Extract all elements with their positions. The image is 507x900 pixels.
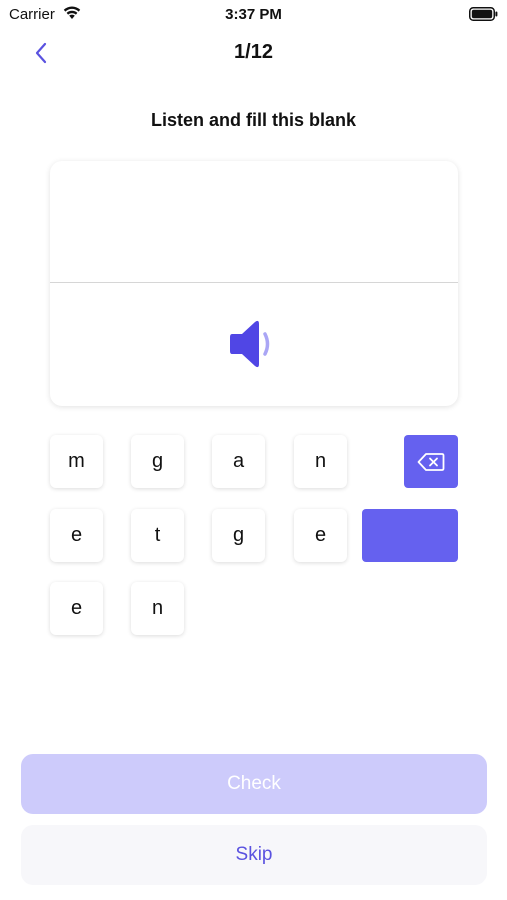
letter-key[interactable]: e xyxy=(50,582,103,635)
letter-key[interactable]: n xyxy=(131,582,184,635)
check-button[interactable]: Check xyxy=(21,754,487,814)
delete-button[interactable] xyxy=(404,435,458,488)
letter-key[interactable]: e xyxy=(50,509,103,562)
answer-blank-area[interactable] xyxy=(50,161,458,282)
letter-key[interactable]: g xyxy=(212,509,265,562)
skip-button[interactable]: Skip xyxy=(21,825,487,885)
card-divider xyxy=(50,282,458,283)
play-audio-button[interactable] xyxy=(224,316,284,372)
status-time: 3:37 PM xyxy=(225,6,282,23)
letter-key[interactable]: e xyxy=(294,509,347,562)
letter-key[interactable]: t xyxy=(131,509,184,562)
status-bar: Carrier 3:37 PM xyxy=(0,0,507,30)
answer-card xyxy=(50,161,458,406)
letter-key[interactable]: a xyxy=(212,435,265,488)
battery-icon xyxy=(469,7,498,21)
instruction-text: Listen and fill this blank xyxy=(150,110,357,130)
backspace-icon xyxy=(417,452,445,471)
letter-key[interactable]: m xyxy=(50,435,103,488)
letter-key[interactable]: g xyxy=(131,435,184,488)
screen: Carrier 3:37 PM 1/12 Listen and fill thi… xyxy=(0,0,507,900)
speaker-icon xyxy=(230,320,270,368)
letter-key[interactable]: n xyxy=(294,435,347,488)
progress-indicator: 1/12 xyxy=(234,41,273,63)
accent-key[interactable] xyxy=(362,509,458,562)
